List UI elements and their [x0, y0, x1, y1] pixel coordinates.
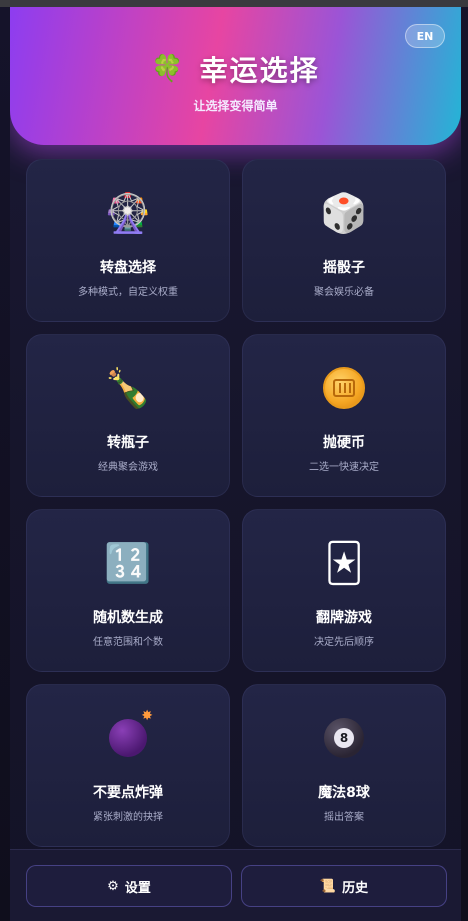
header: EN 🍀 幸运选择 让选择变得简单	[10, 7, 461, 145]
joker-card-icon: 🃏	[324, 541, 364, 585]
feature-grid: 🎡 转盘选择 多种模式，自定义权重 🎲 摇骰子 聚会娱乐必备 🍾 转瓶子 经典聚…	[26, 159, 446, 847]
card-dice[interactable]: 🎲 摇骰子 聚会娱乐必备	[242, 159, 446, 322]
ferris-wheel-icon: 🎡	[104, 191, 152, 235]
dice-icon: 🎲	[320, 191, 368, 235]
eight-ball-icon: 8	[243, 715, 445, 761]
title-row: 🍀 幸运选择	[10, 51, 461, 87]
history-label: 历史	[342, 880, 369, 896]
bottle-icon: 🍾	[104, 366, 152, 410]
numbers-icon: 🔢	[104, 541, 152, 585]
bottom-bar: ⚙ 设置 📜 历史	[10, 849, 461, 921]
card-title: 摇骰子	[323, 260, 365, 276]
card-title: 转盘选择	[100, 260, 156, 276]
card-flip[interactable]: 🃏 翻牌游戏 决定先后顺序	[242, 509, 446, 672]
card-description: 决定先后顺序	[314, 637, 374, 648]
app-container: EN 🍀 幸运选择 让选择变得简单 🎡 转盘选择 多种模式，自定义权重 🎲 摇骰…	[10, 7, 461, 921]
page-title: 幸运选择	[199, 54, 320, 87]
left-frame	[0, 7, 10, 921]
bomb-icon	[27, 709, 229, 761]
coin-icon	[243, 365, 445, 411]
card-description: 经典聚会游戏	[98, 462, 158, 473]
card-title: 随机数生成	[93, 610, 163, 626]
card-title: 不要点炸弹	[93, 785, 163, 801]
clover-icon: 🍀	[151, 54, 184, 84]
card-random-number[interactable]: 🔢 随机数生成 任意范围和个数	[26, 509, 230, 672]
card-description: 紧张刺激的抉择	[93, 812, 163, 823]
card-title: 翻牌游戏	[316, 610, 372, 626]
window-top-bar	[0, 0, 468, 7]
settings-label: 设置	[124, 880, 151, 896]
card-description: 聚会娱乐必备	[314, 287, 374, 298]
card-coin[interactable]: 抛硬币 二选一快速决定	[242, 334, 446, 497]
card-magic-8-ball[interactable]: 8 魔法8球 摇出答案	[242, 684, 446, 847]
card-title: 抛硬币	[323, 435, 365, 451]
card-bottle[interactable]: 🍾 转瓶子 经典聚会游戏	[26, 334, 230, 497]
scroll-icon: 📜	[319, 878, 337, 894]
card-description: 摇出答案	[324, 812, 364, 823]
card-description: 任意范围和个数	[93, 637, 163, 648]
card-bomb[interactable]: 不要点炸弹 紧张刺激的抉择	[26, 684, 230, 847]
card-wheel[interactable]: 🎡 转盘选择 多种模式，自定义权重	[26, 159, 230, 322]
page-subtitle: 让选择变得简单	[193, 99, 278, 113]
card-description: 多种模式，自定义权重	[78, 287, 178, 298]
language-toggle-button[interactable]: EN	[405, 24, 445, 48]
card-description: 二选一快速决定	[309, 462, 379, 473]
card-title: 转瓶子	[107, 435, 149, 451]
card-title: 魔法8球	[318, 785, 370, 801]
settings-button[interactable]: ⚙ 设置	[26, 865, 232, 907]
gear-icon: ⚙	[107, 878, 119, 894]
history-button[interactable]: 📜 历史	[241, 865, 447, 907]
